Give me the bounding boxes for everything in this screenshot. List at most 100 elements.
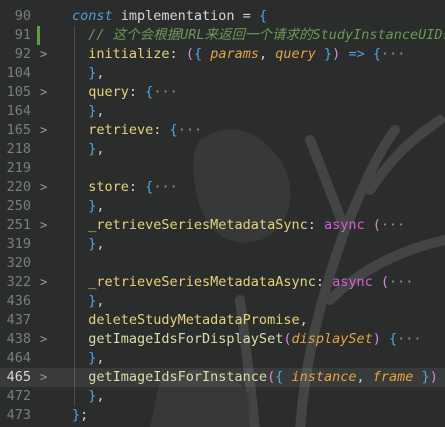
indent-guide — [74, 254, 75, 273]
code-text: getImageIdsForDisplaySet(displaySet) {··… — [72, 330, 422, 349]
code-line[interactable]: 91 // 这个会根据URL来返回一个请求的StudyInstanceUIDs — [0, 26, 445, 45]
line-number: 92 — [14, 46, 31, 62]
code-token: { — [169, 122, 178, 138]
code-token: : — [153, 122, 170, 138]
code-line[interactable]: 320 — [0, 254, 445, 273]
code-line[interactable]: 436 }, — [0, 292, 445, 311]
fold-chevron-icon[interactable]: > — [40, 178, 50, 197]
code-token: // 这个会根据URL来返回一个请求的StudyInstanceUIDs — [72, 27, 445, 43]
fold-chevron-icon[interactable]: > — [40, 216, 50, 235]
code-text: }, — [72, 235, 104, 254]
code-line[interactable]: 465 > getImageIdsForInstance({ instance, … — [0, 368, 445, 387]
code-token: { — [258, 8, 268, 24]
code-line[interactable]: 464 }, — [0, 349, 445, 368]
code-token: _retrieveSeriesMetadataAsync — [72, 274, 316, 290]
code-token: instance — [283, 369, 357, 385]
modified-gutter-marker — [37, 26, 40, 45]
code-text: _retrieveSeriesMetadataAsync: async (··· — [72, 273, 413, 292]
code-line[interactable]: 438 > getImageIdsForDisplaySet(displaySet… — [0, 330, 445, 349]
fold-chevron-icon[interactable]: > — [40, 45, 50, 64]
code-text: store: {··· — [72, 178, 178, 197]
code-token: , — [96, 388, 105, 404]
line-number: 105 — [6, 84, 31, 100]
code-token: implementation — [112, 8, 243, 24]
fold-chevron-icon[interactable]: > — [40, 273, 50, 292]
indent-guide — [74, 45, 75, 64]
code-token: { — [389, 331, 398, 347]
code-token: params — [202, 46, 259, 62]
line-number: 218 — [6, 141, 31, 157]
code-line[interactable]: 322 > _retrieveSeriesMetadataAsync: async… — [0, 273, 445, 292]
line-number: 220 — [6, 179, 31, 195]
code-token: ) — [372, 331, 381, 347]
code-token: ) — [429, 369, 438, 385]
code-text: query: {··· — [72, 83, 177, 102]
code-token: , — [96, 198, 105, 214]
code-token: ··· — [380, 46, 406, 62]
line-number: 165 — [6, 122, 31, 138]
code-line[interactable]: 219 — [0, 159, 445, 178]
code-editor[interactable]: 90 const implementation = {91 // 这个会根据URL… — [0, 0, 445, 427]
code-token: ; — [80, 407, 89, 423]
indent-guide — [74, 64, 75, 83]
code-token: ( — [267, 369, 276, 385]
code-token: } — [72, 350, 97, 366]
indent-guide — [74, 273, 75, 292]
code-token: } — [72, 236, 97, 252]
code-token: getImageIdsForInstance — [72, 369, 268, 385]
line-number: 251 — [6, 217, 31, 233]
code-line[interactable]: 437 deleteStudyMetadataPromise, — [0, 311, 445, 330]
code-line[interactable]: 218 }, — [0, 140, 445, 159]
line-number: 320 — [6, 255, 31, 271]
code-line[interactable]: 251 > _retrieveSeriesMetadataSync: async … — [0, 216, 445, 235]
code-token: store — [72, 179, 129, 195]
fold-chevron-icon[interactable]: > — [40, 121, 50, 140]
line-number: 464 — [6, 350, 31, 366]
code-line[interactable]: 164 }, — [0, 102, 445, 121]
code-token: , — [259, 46, 276, 62]
code-token: { — [372, 46, 381, 62]
indent-guide — [74, 102, 75, 121]
code-line[interactable]: 250 }, — [0, 197, 445, 216]
indent-guide — [74, 368, 75, 387]
fold-chevron-icon[interactable]: > — [40, 330, 50, 349]
line-number: 436 — [6, 293, 31, 309]
indent-guide — [74, 292, 75, 311]
code-text: // 这个会根据URL来返回一个请求的StudyInstanceUIDs — [72, 26, 445, 45]
code-line[interactable]: 92 > initialize: ({ params, query }) => {… — [0, 45, 445, 64]
code-token: : — [315, 274, 333, 290]
code-token: async — [332, 274, 373, 290]
fold-chevron-icon[interactable]: > — [40, 368, 50, 387]
code-text: }; — [72, 406, 88, 425]
indent-guide — [74, 330, 75, 349]
code-token: retrieve — [72, 122, 154, 138]
code-line[interactable]: 104 }, — [0, 64, 445, 83]
code-line[interactable]: 319 }, — [0, 235, 445, 254]
code-token: ··· — [153, 179, 178, 195]
code-text: deleteStudyMetadataPromise, — [72, 311, 307, 330]
code-token: } — [72, 141, 97, 157]
code-token: ··· — [397, 331, 422, 347]
indent-guide — [74, 159, 75, 178]
code-token: ··· — [380, 217, 406, 233]
code-token: : — [128, 84, 146, 100]
code-text: }, — [72, 349, 105, 368]
code-line[interactable]: 472 }, — [0, 387, 445, 406]
code-line[interactable]: 165 > retrieve: {··· — [0, 121, 445, 140]
code-line[interactable]: 105 > query: {··· — [0, 83, 445, 102]
code-line[interactable]: 220 > store: {··· — [0, 178, 445, 197]
code-text: retrieve: {··· — [72, 121, 202, 140]
code-token: } — [72, 103, 97, 119]
fold-chevron-icon[interactable]: > — [40, 83, 50, 102]
code-line[interactable]: 473}; — [0, 406, 445, 425]
code-token: } — [72, 388, 97, 404]
code-token: , — [96, 350, 105, 366]
line-number: 473 — [6, 407, 31, 423]
code-line[interactable]: 90 const implementation = { — [0, 7, 445, 26]
indent-guide — [74, 121, 75, 140]
line-number: 219 — [6, 160, 31, 176]
